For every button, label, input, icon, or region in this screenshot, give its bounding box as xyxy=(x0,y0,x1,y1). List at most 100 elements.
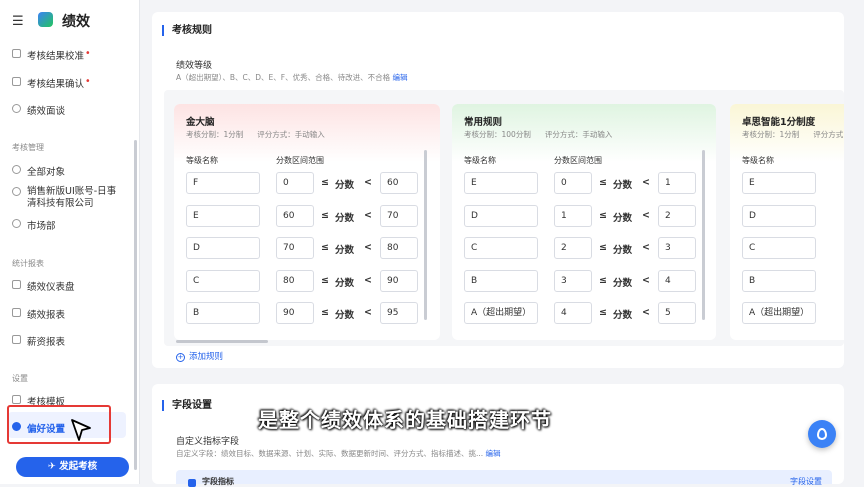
score-max-input[interactable]: 1 xyxy=(658,172,696,194)
score-min-input[interactable]: 0 xyxy=(276,172,314,194)
fields-title: 字段设置 xyxy=(162,400,212,411)
score-label: 分数 xyxy=(613,277,633,289)
score-max-input[interactable]: 5 xyxy=(658,302,696,324)
grade-name-input[interactable]: B xyxy=(742,269,816,292)
sidebar-item-result-confirm[interactable]: 考核结果确认 • xyxy=(12,76,91,90)
template-icon xyxy=(12,395,21,404)
sidebar-item-label: 市场部 xyxy=(27,221,56,232)
card-scrollbar[interactable] xyxy=(702,150,705,320)
location-pin-icon xyxy=(817,428,827,440)
card-scrollbar[interactable] xyxy=(424,150,427,320)
sidebar-item-marketing[interactable]: 市场部 xyxy=(12,218,56,232)
help-float-button[interactable] xyxy=(808,420,836,448)
leq-symbol: ≤ xyxy=(599,307,607,318)
grade-card[interactable]: 卓思智能1分制度 考核分制：1分制 评分方式 等级名称 E D C B A（超出期望） xyxy=(730,104,844,340)
strip-label: 字段指标 xyxy=(202,477,234,486)
section-settings: 设置 xyxy=(12,374,28,383)
score-label: 分数 xyxy=(335,180,355,191)
score-max-input[interactable]: 2 xyxy=(658,204,696,227)
menu-icon[interactable]: ☰ xyxy=(12,14,24,29)
grade-name-input[interactable]: C xyxy=(186,269,260,292)
leq-symbol: ≤ xyxy=(599,274,607,286)
sidebar-item-company[interactable]: 销售新版UI账号-日事清科技有限公司 xyxy=(12,186,124,210)
score-min-input[interactable]: 60 xyxy=(276,204,314,227)
salary-icon xyxy=(12,335,21,344)
checkbox-icon[interactable] xyxy=(188,479,196,487)
field-strip: 字段指标 字段设置 xyxy=(176,470,832,487)
grade-name-input[interactable]: B xyxy=(186,302,260,324)
score-max-input[interactable]: 95 xyxy=(380,302,418,324)
grade-card[interactable]: 常用规则 考核分制：100分制 评分方式：手动输入 等级名称 分数区间范围 E 0 ≤… xyxy=(452,104,716,340)
building-icon xyxy=(12,187,21,196)
score-min-input[interactable]: 0 xyxy=(554,172,592,194)
grade-name-input[interactable]: E xyxy=(186,204,260,227)
sidebar-header: ☰ 绩效 xyxy=(0,0,140,40)
edit-grade-link[interactable]: 编辑 xyxy=(392,73,407,82)
grade-name-input[interactable]: A（超出期望） xyxy=(742,302,816,324)
stamp-icon xyxy=(12,77,21,86)
grade-card-name: 金大脑 xyxy=(186,117,215,128)
cursor-icon xyxy=(71,419,91,441)
score-min-input[interactable]: 4 xyxy=(554,302,592,324)
score-min-input[interactable]: 3 xyxy=(554,269,592,292)
strip-action[interactable]: 字段设置 xyxy=(790,476,822,487)
score-min-input[interactable]: 90 xyxy=(276,302,314,324)
sidebar: ☰ 绩效 考核结果校准 • 考核结果确认 • 绩效面谈 考核管理 全部对象 销售新版… xyxy=(0,0,140,484)
lt-symbol: < xyxy=(364,209,372,221)
app-title: 绩效 xyxy=(62,14,90,30)
sidebar-item-label: 考核结果确认 xyxy=(27,79,85,90)
lt-symbol: < xyxy=(364,274,372,286)
score-min-input[interactable]: 80 xyxy=(276,269,314,292)
lt-symbol: < xyxy=(642,307,650,318)
sidebar-item-label: 绩效仪表盘 xyxy=(27,282,75,293)
launch-review-button[interactable]: ✈ 发起考核 xyxy=(16,457,129,477)
report-icon xyxy=(12,308,21,317)
sidebar-item-report[interactable]: 绩效报表 xyxy=(12,307,65,321)
grade-name-input[interactable]: F xyxy=(186,172,260,194)
grade-name-input[interactable]: A（超出期望） xyxy=(464,302,538,324)
grade-name-input[interactable]: D xyxy=(464,204,538,227)
sidebar-item-dashboard[interactable]: 绩效仪表盘 xyxy=(12,279,75,293)
custom-fields-title: 自定义指标字段 xyxy=(176,437,240,447)
edit-fields-link[interactable]: 编辑 xyxy=(486,449,501,458)
fields-card: 字段设置 xyxy=(152,384,844,484)
score-min-input[interactable]: 1 xyxy=(554,204,592,227)
video-subtitle: 是整个绩效体系的基础搭建环节 xyxy=(258,408,552,432)
score-label: 分数 xyxy=(613,180,633,191)
grade-name-input[interactable]: E xyxy=(742,172,816,194)
rules-title: 考核规则 xyxy=(162,25,212,36)
score-max-input[interactable]: 60 xyxy=(380,172,418,194)
grade-name-input[interactable]: B xyxy=(464,269,538,292)
grade-name-input[interactable]: C xyxy=(742,237,816,259)
sidebar-scrollbar[interactable] xyxy=(134,140,137,470)
add-rule-button[interactable]: + 添加规则 xyxy=(176,350,223,362)
leq-symbol: ≤ xyxy=(599,242,607,253)
horizontal-scrollbar[interactable] xyxy=(176,340,268,343)
score-max-input[interactable]: 80 xyxy=(380,237,418,259)
score-min-input[interactable]: 2 xyxy=(554,237,592,259)
grade-card[interactable]: 金大脑 考核分制：1分制 评分方式：手动输入 等级名称 分数区间范围 F 0 ≤ 分数 <… xyxy=(174,104,440,340)
col-grade-name: 等级名称 xyxy=(742,156,774,165)
sidebar-item-salary[interactable]: 薪资报表 xyxy=(12,334,65,348)
sidebar-item-label: 销售新版UI账号-日事清科技有限公司 xyxy=(27,186,117,209)
score-max-input[interactable]: 4 xyxy=(658,269,696,292)
lt-symbol: < xyxy=(364,177,372,188)
lt-symbol: < xyxy=(642,274,650,286)
red-dot: • xyxy=(85,76,91,87)
grade-name-input[interactable]: E xyxy=(464,172,538,194)
score-max-input[interactable]: 70 xyxy=(380,204,418,227)
grade-name-input[interactable]: D xyxy=(186,237,260,259)
grade-name-input[interactable]: C xyxy=(464,237,538,259)
sidebar-item-result-calibration[interactable]: 考核结果校准 • xyxy=(12,48,91,62)
section-report: 统计报表 xyxy=(12,259,44,268)
score-label: 分数 xyxy=(335,310,355,321)
score-max-input[interactable]: 90 xyxy=(380,269,418,292)
sidebar-item-all-objects[interactable]: 全部对象 xyxy=(12,164,65,178)
score-label: 分数 xyxy=(335,212,355,224)
score-max-input[interactable]: 3 xyxy=(658,237,696,259)
sidebar-item-interview[interactable]: 绩效面谈 xyxy=(12,103,65,117)
leq-symbol: ≤ xyxy=(599,177,607,188)
grade-name-input[interactable]: D xyxy=(742,204,816,227)
section-manage: 考核管理 xyxy=(12,143,44,152)
score-min-input[interactable]: 70 xyxy=(276,237,314,259)
